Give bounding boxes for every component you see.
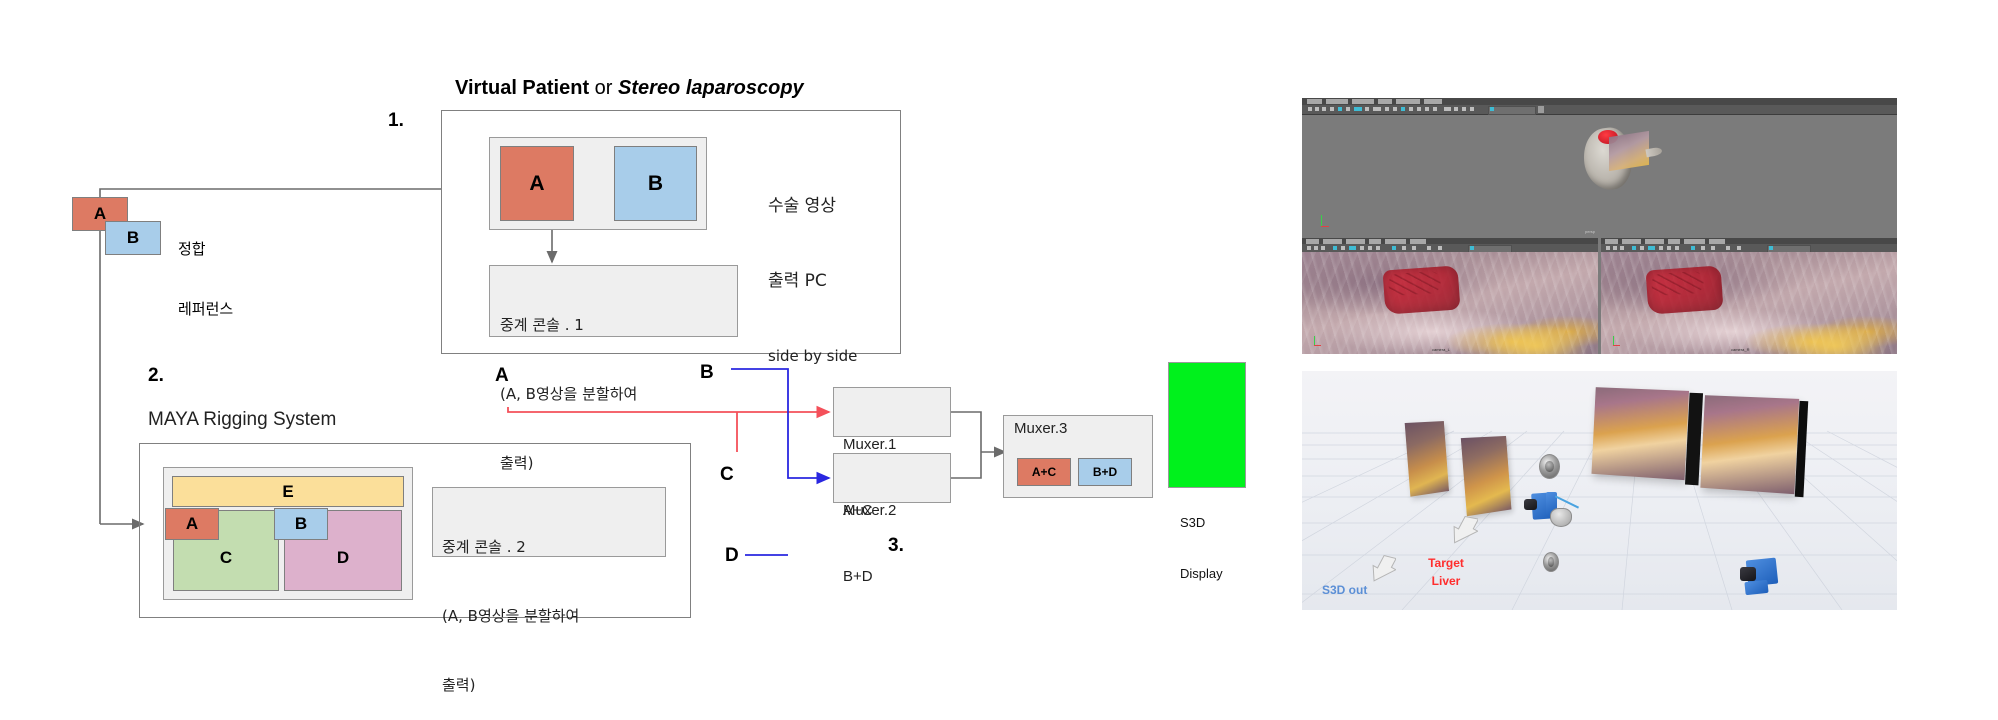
muxer-3-cell-bd: B+D [1078,458,1132,486]
signal-label-d: D [725,545,739,566]
reference-swatch-b: B [105,221,161,255]
page-title: Virtual Patient or Stereo laparoscopy [455,77,804,100]
muxer-2-sub: B+D [843,568,873,585]
muxer-3-title: Muxer.3 [1014,420,1068,437]
signal-label-a: A [495,365,509,386]
title-stereo-laparoscopy: Stereo laparoscopy [618,77,804,99]
block1-side-line1: 수술 영상 [768,196,836,216]
s3d-screen-right [1700,395,1800,495]
axis-gizmo-right [1611,336,1621,348]
signal-label-b: B [700,362,714,383]
scene-camera-lower-right-foot [1744,579,1769,596]
maya-system-title: MAYA Rigging System [148,409,337,430]
s3d-display-box [1168,362,1246,488]
block1-side-line2: 출력 PC [768,271,827,291]
liver-tail [1645,146,1663,158]
s3d-display-line1: S3D [1180,515,1206,530]
label-s3d-out: S3D out [1322,583,1368,597]
callout-arrow-s3d-out [1372,554,1396,582]
label-target-liver-line1: Target [1428,556,1464,570]
block2-cell-e: E [172,476,404,507]
label-target-liver-line2: Liver [1431,574,1461,588]
maya-scene-layout[interactable]: Target Liver S3D out [1302,371,1897,610]
block1-cell-a: A [500,146,574,221]
block1-side-text: 수술 영상 출력 PC side by side [768,144,857,394]
block2-console-line3: 출력) [442,676,476,694]
block1-console-line2: (A, B영상을 분할하여 [500,385,638,403]
muxer-3-cell-bd-label: B+D [1092,465,1118,479]
axis-gizmo [1318,215,1330,229]
maya-stereo-viewports[interactable]: persp camera_L camera_R [1302,98,1897,354]
s3d-display-line2: Display [1180,566,1223,581]
viewport-tool-bar[interactable] [1302,105,1897,115]
camera-left-label: camera_L [1432,347,1450,352]
signal-label-c: C [720,464,734,485]
block2-cell-b: B [274,508,328,540]
title-virtual-patient: Virtual Patient [455,77,590,99]
laparoscopic-image-left [1302,252,1598,354]
block1-cell-a-label: A [529,171,545,195]
s3d-screen-left [1591,387,1690,481]
liver-texture-plane [1609,130,1649,172]
block1-cell-b: B [614,146,697,221]
stereo-viewport-right[interactable]: camera_R [1601,238,1897,354]
stereo-viewport-left[interactable]: camera_L [1302,238,1598,354]
block2-cell-c-label: C [219,548,233,567]
s3d-display-text: S3D Display [1180,480,1223,599]
muxer-3-cell-ac: A+C [1017,458,1071,486]
target-plane-back [1404,421,1449,497]
step-2-number: 2. [148,365,164,386]
label-target-liver: Target Liver [1416,554,1476,590]
block1-console-line1: 중계 콘솔 . 1 [500,316,584,334]
block2-cell-a: A [165,508,219,540]
reference-caption-line2: 레퍼런스 [178,300,234,318]
reference-swatch-b-label: B [126,228,140,247]
reference-caption-line1: 정합 [178,240,206,258]
axis-gizmo-left [1312,336,1322,348]
target-plane-front [1460,435,1512,517]
block2-cell-e-label: E [282,481,294,501]
block2-console-text: 중계 콘솔 . 2 (A, B영상을 분할하여 출력) [442,490,579,720]
block2-console-line2: (A, B영상을 분할하여 [442,607,580,625]
block2-cell-d-label: D [336,548,350,567]
title-or: or [589,77,619,99]
block1-cell-b-label: B [647,171,664,195]
block2-cell-b-label: B [294,514,308,533]
muxer-2-title: Muxer.2 [843,502,897,519]
laparoscopic-image-right [1601,252,1897,354]
block1-side-line3: side by side [768,347,858,365]
muxer-3-cell-ac-label: A+C [1031,465,1057,479]
speaker-upper [1539,454,1560,479]
speaker-lower [1543,552,1559,572]
step-1-number: 1. [388,110,404,131]
camera-lens-left [1524,499,1537,510]
block2-console-line1: 중계 콘솔 . 2 [442,538,526,556]
viewport-camera-label: persp [1585,229,1596,234]
muxer-2-text: Muxer.2 B+D [843,456,896,610]
scene-camera-lower-right-lens [1740,567,1756,581]
callout-arrow-target-liver [1453,515,1478,544]
reference-caption: 정합 레퍼런스 [178,199,233,339]
camera-right-label: camera_R [1731,347,1750,352]
camera-aim-handle [1550,508,1572,527]
block2-cell-a-label: A [185,514,199,533]
